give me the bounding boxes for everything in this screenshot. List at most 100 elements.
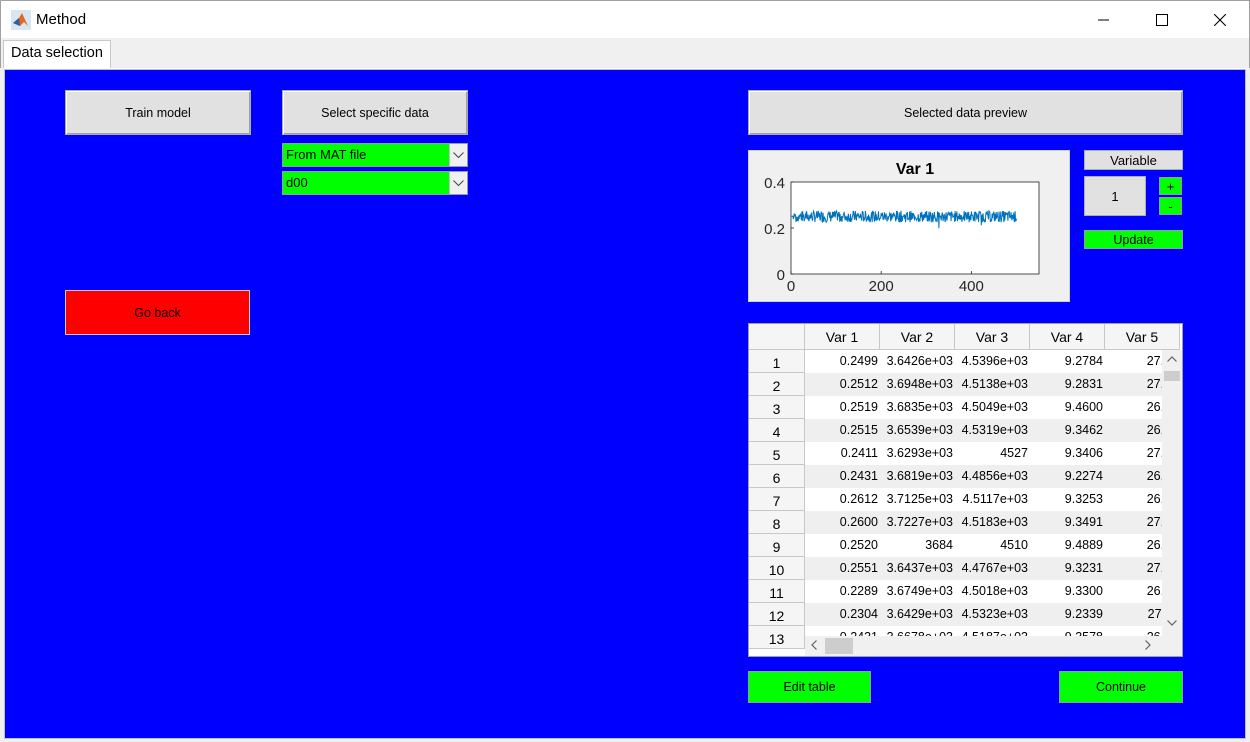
table-cell[interactable]: 0.2304 — [805, 603, 880, 626]
table-cell[interactable]: 4.5138e+03 — [955, 373, 1030, 396]
row-header: 4 — [749, 419, 805, 442]
table-cell[interactable]: 4.5018e+03 — [955, 580, 1030, 603]
table-row[interactable]: 40.25153.6539e+034.5319e+039.346226.98 — [749, 419, 1180, 442]
decrement-variable-button[interactable]: - — [1159, 197, 1182, 215]
data-table[interactable]: Var 1 Var 2 Var 3 Var 4 Var 5 1 0.2499 3.6426e… — [748, 323, 1183, 657]
table-cell[interactable]: 3.6835e+03 — [880, 396, 955, 419]
table-cell[interactable]: 3.6426e+03 — [880, 350, 955, 373]
table-row[interactable]: 110.22893.6749e+034.5018e+039.330026.86 — [749, 580, 1178, 603]
increment-variable-button[interactable]: + — [1159, 177, 1182, 195]
close-icon — [1214, 14, 1226, 26]
table-cell[interactable]: 9.3406 — [1030, 442, 1105, 465]
table-row[interactable]: 10.24993.6426e+034.5396e+039.278427.20 — [749, 350, 1178, 373]
table-cell[interactable]: 0.2512 — [805, 373, 880, 396]
table-cell[interactable]: 0.2519 — [805, 396, 880, 419]
table-cell[interactable]: 3.7125e+03 — [880, 488, 955, 511]
table-row[interactable]: 90.2520368445109.488926.56 — [749, 534, 1178, 557]
table-cell[interactable]: 4510 — [955, 534, 1030, 557]
table-cell[interactable]: 9.2831 — [1030, 373, 1105, 396]
table-cell[interactable]: 4.5049e+03 — [955, 396, 1030, 419]
minimize-button[interactable] — [1075, 1, 1133, 39]
scroll-down-icon[interactable] — [1167, 617, 1177, 629]
table-cell[interactable]: 3.6437e+03 — [880, 557, 955, 580]
dataset-select[interactable]: d00 — [282, 171, 468, 195]
table-cell[interactable]: 4.5396e+03 — [955, 350, 1030, 373]
table-row[interactable]: 60.24313.6819e+034.4856e+039.227426.55 — [749, 465, 1180, 488]
row-header: 3 — [749, 396, 805, 419]
table-cell[interactable]: 0.2289 — [805, 580, 880, 603]
chevron-down-icon[interactable] — [449, 144, 467, 166]
table-cell[interactable]: 9.2339 — [1030, 603, 1105, 626]
table-cell[interactable]: 3.6539e+03 — [880, 419, 955, 442]
table-cell[interactable]: 4.4856e+03 — [955, 465, 1030, 488]
close-button[interactable] — [1191, 1, 1249, 39]
continue-button[interactable]: Continue — [1059, 671, 1183, 703]
table-cell[interactable]: 4.5319e+03 — [955, 419, 1030, 442]
vertical-scrollbar[interactable] — [1162, 350, 1182, 636]
scroll-left-icon[interactable] — [811, 640, 817, 653]
variable-index-field[interactable]: 1 — [1084, 176, 1146, 216]
data-source-value: From MAT file — [286, 147, 367, 162]
table-cell[interactable]: 0.2551 — [805, 557, 880, 580]
go-back-button[interactable]: Go back — [65, 290, 250, 335]
chart-title: Var 1 — [896, 161, 934, 178]
table-cell[interactable]: 9.3231 — [1030, 557, 1105, 580]
chevron-down-icon[interactable] — [449, 172, 467, 194]
table-row[interactable]: 100.25513.6437e+034.4767e+039.323127.10 — [749, 557, 1180, 580]
window-frame — [1246, 68, 1250, 742]
table-cell[interactable]: 9.2274 — [1030, 465, 1105, 488]
table-cell[interactable]: 9.4600 — [1030, 396, 1105, 419]
table-cell[interactable]: 4527 — [955, 442, 1030, 465]
table-cell[interactable]: 9.3462 — [1030, 419, 1105, 442]
table-cell[interactable]: 3684 — [880, 534, 955, 557]
table-cell[interactable]: 3.6293e+03 — [880, 442, 955, 465]
data-source-select[interactable]: From MAT file — [282, 143, 468, 167]
table-cell[interactable]: 0.2600 — [805, 511, 880, 534]
update-button[interactable]: Update — [1084, 230, 1183, 249]
table-row[interactable]: 80.26003.7227e+034.5183e+039.349127.05 — [749, 511, 1180, 534]
table-cell[interactable]: 0.2431 — [805, 465, 880, 488]
train-model-button[interactable]: Train model — [65, 90, 251, 135]
table-row[interactable]: 30.25193.6835e+034.5049e+039.460026.98 — [749, 396, 1178, 419]
tab-data-selection[interactable]: Data selection — [3, 40, 111, 68]
table-cell[interactable]: 0.2520 — [805, 534, 880, 557]
table-cell[interactable]: 3.6819e+03 — [880, 465, 955, 488]
table-cell[interactable]: 0.2499 — [805, 350, 880, 373]
table-cell[interactable]: 9.4889 — [1030, 534, 1105, 557]
table-cell[interactable]: 9.3300 — [1030, 580, 1105, 603]
column-header: Var 1 — [805, 324, 880, 350]
edit-table-button[interactable]: Edit table — [748, 671, 871, 703]
matlab-app-icon — [11, 10, 31, 30]
selected-data-preview-button[interactable]: Selected data preview — [748, 90, 1183, 135]
scroll-up-icon[interactable] — [1167, 353, 1177, 365]
y-tick-label: 0.4 — [764, 175, 785, 192]
scroll-corner — [1162, 636, 1182, 656]
y-tick-label: 0 — [777, 267, 785, 284]
table-row[interactable]: 20.25123.6948e+034.5138e+039.283127.07 — [749, 373, 1180, 396]
table-row[interactable]: 70.26123.7125e+034.5117e+039.325326.86 — [749, 488, 1178, 511]
table-cell[interactable]: 3.6948e+03 — [880, 373, 955, 396]
row-header: 11 — [749, 580, 805, 603]
table-cell[interactable]: 4.5323e+03 — [955, 603, 1030, 626]
maximize-button[interactable] — [1133, 1, 1191, 39]
table-cell[interactable]: 4.5117e+03 — [955, 488, 1030, 511]
table-cell[interactable]: 9.3491 — [1030, 511, 1105, 534]
table-cell[interactable]: 3.6429e+03 — [880, 603, 955, 626]
horizontal-scroll-thumb[interactable] — [825, 638, 853, 654]
table-cell[interactable]: 4.4767e+03 — [955, 557, 1030, 580]
table-row[interactable]: 50.24113.6293e+0345279.340627.04 — [749, 442, 1178, 465]
horizontal-scrollbar[interactable] — [805, 636, 1163, 656]
table-cell[interactable]: 3.6749e+03 — [880, 580, 955, 603]
table-cell[interactable]: 0.2515 — [805, 419, 880, 442]
table-cell[interactable]: 0.2612 — [805, 488, 880, 511]
table-cell[interactable]: 3.7227e+03 — [880, 511, 955, 534]
scroll-right-icon[interactable] — [1145, 640, 1151, 653]
table-cell[interactable]: 9.2784 — [1030, 350, 1105, 373]
table-cell[interactable]: 4.5183e+03 — [955, 511, 1030, 534]
tab-strip: Data selection — [0, 38, 1250, 68]
table-cell[interactable]: 0.2411 — [805, 442, 880, 465]
table-row[interactable]: 120.23043.6429e+034.5323e+039.233927.11 — [749, 603, 1180, 626]
vertical-scroll-thumb[interactable] — [1164, 371, 1180, 381]
table-cell[interactable]: 9.3253 — [1030, 488, 1105, 511]
select-specific-data-button[interactable]: Select specific data — [282, 90, 468, 135]
